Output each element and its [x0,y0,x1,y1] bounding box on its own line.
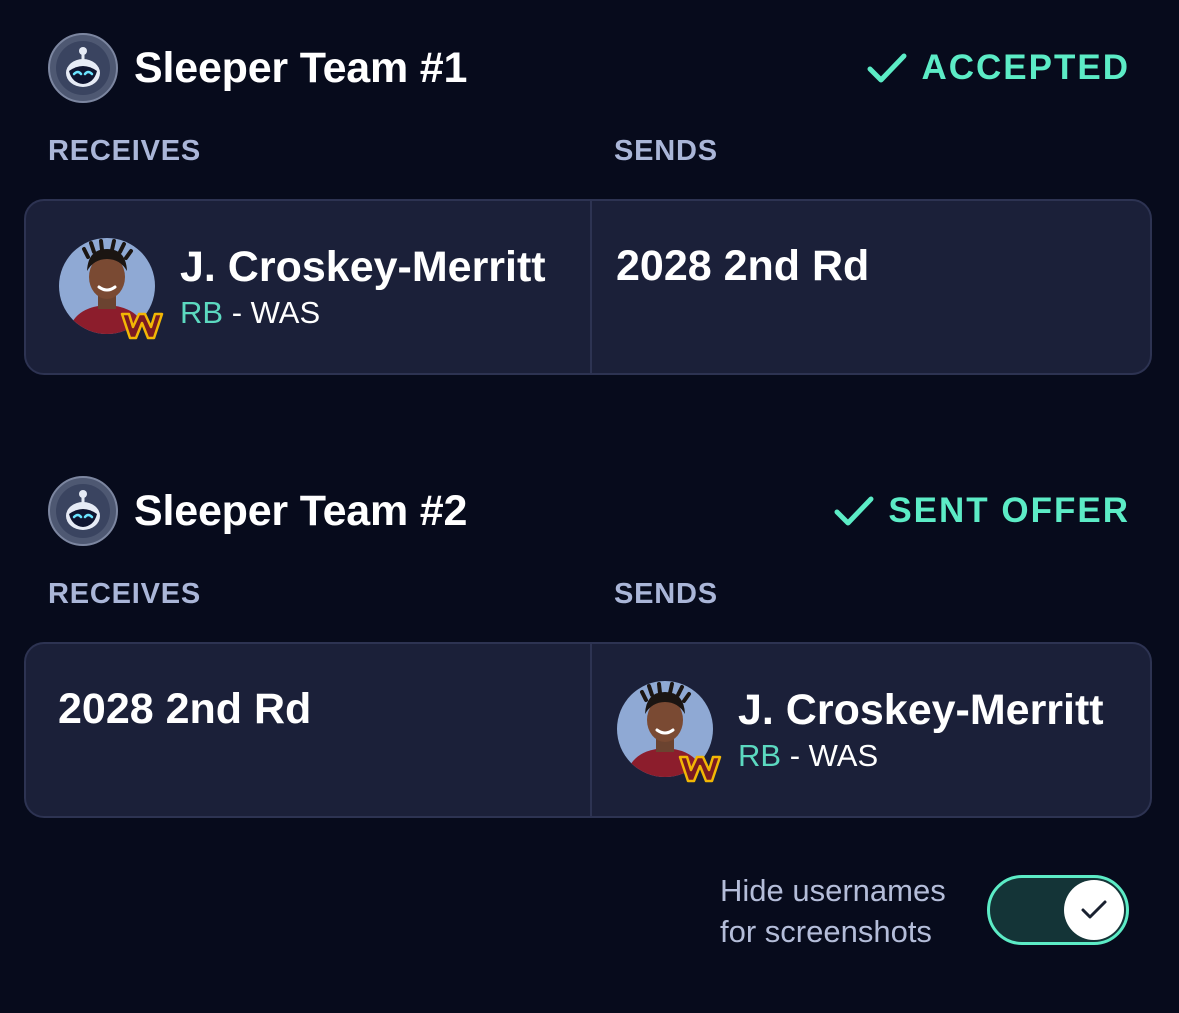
team-logo-icon [678,755,722,783]
status-badge: SENT OFFER [834,491,1130,531]
receives-label: RECEIVES [48,578,202,610]
player-card[interactable]: J. Croskey-Merritt RB - WAS [58,237,546,340]
player-team: WAS [250,295,321,330]
player-position: RB [738,738,782,773]
team-logo-icon [120,312,164,340]
hide-usernames-toggle[interactable] [987,875,1129,945]
hide-usernames-row: Hide usernames for screenshots [720,870,1132,950]
status-text: ACCEPTED [921,48,1130,87]
player-photo [58,237,164,340]
checkmark-icon [867,53,907,83]
team-header-1: Sleeper Team #1 ACCEPTED [48,32,1130,104]
sends-label: SENDS [614,135,718,167]
sleeper-robot-avatar-icon[interactable] [48,33,118,103]
hide-usernames-label: Hide usernames for screenshots [720,870,980,952]
hide-usernames-label-line2: for screenshots [720,914,932,949]
column-divider [590,644,592,816]
hide-usernames-label-line1: Hide usernames [720,873,946,908]
team-name: Sleeper Team #1 [134,43,468,92]
trade-box-1: J. Croskey-Merritt RB - WAS 2028 2nd Rd [24,199,1152,375]
meta-separator: - [231,295,243,330]
team-name: Sleeper Team #2 [134,486,468,535]
player-name: J. Croskey-Merritt [180,243,546,291]
meta-separator: - [789,738,801,773]
team-header-2: Sleeper Team #2 SENT OFFER [48,475,1130,547]
sends-label: SENDS [614,578,718,610]
player-position: RB [180,295,224,330]
column-divider [590,201,592,373]
receives-label: RECEIVES [48,135,202,167]
toggle-knob [1064,880,1124,940]
player-card[interactable]: J. Croskey-Merritt RB - WAS [616,680,1104,783]
player-meta: RB - WAS [738,736,1104,776]
player-meta: RB - WAS [180,293,546,333]
trade-box-2: 2028 2nd Rd J. Croskey-Merritt RB - WAS [24,642,1152,818]
checkmark-icon [834,496,874,526]
draft-pick[interactable]: 2028 2nd Rd [616,242,869,291]
status-badge: ACCEPTED [867,48,1130,88]
draft-pick[interactable]: 2028 2nd Rd [58,685,311,734]
player-team: WAS [808,738,879,773]
player-name: J. Croskey-Merritt [738,686,1104,734]
checkmark-icon [1081,900,1107,919]
sleeper-robot-avatar-icon[interactable] [48,476,118,546]
status-text: SENT OFFER [888,491,1130,530]
player-photo [616,680,722,783]
